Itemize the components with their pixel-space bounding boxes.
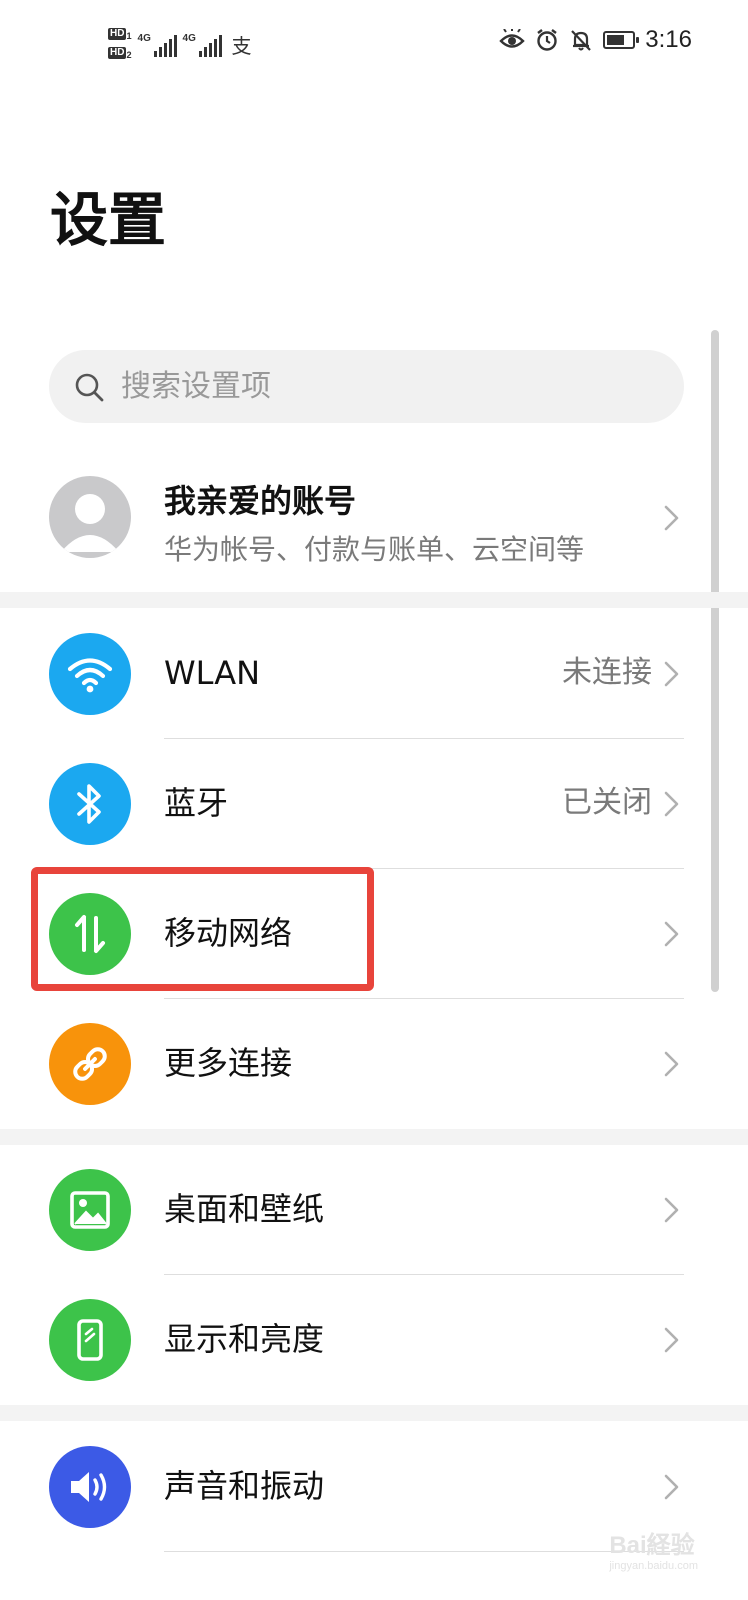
signal-icon: 4G [183, 31, 222, 57]
settings-item-label: 显示和亮度 [164, 1320, 325, 1358]
settings-item-display[interactable]: 显示和亮度 [0, 1275, 748, 1405]
chevron-right-icon [664, 505, 679, 531]
sim2-hd-badge: HD 2 [108, 46, 132, 60]
status-bar-right: 3:16 [499, 26, 692, 54]
settings-item-more-connections[interactable]: 更多连接 [0, 999, 748, 1129]
row-separator [164, 1551, 684, 1552]
status-bar-left: HD 1 HD 2 4G 4G 支 [108, 24, 252, 64]
bluetooth-icon [49, 763, 131, 845]
settings-item-value: 未连接 [562, 655, 652, 690]
page-title: 设置 [50, 186, 167, 254]
search-input[interactable] [121, 369, 621, 404]
settings-item-wlan[interactable]: WLAN 未连接 [0, 609, 748, 739]
wallpaper-icon [49, 1169, 131, 1251]
settings-item-label: 桌面和壁纸 [164, 1190, 325, 1228]
settings-item-label: 声音和振动 [164, 1467, 325, 1505]
chevron-right-icon [664, 1327, 679, 1353]
alarm-icon [537, 29, 558, 51]
signal-icon: 4G [138, 31, 177, 57]
chevron-right-icon [664, 791, 679, 817]
settings-item-wallpaper[interactable]: 桌面和壁纸 [0, 1145, 748, 1275]
sim-indicators: HD 1 HD 2 [108, 27, 132, 60]
wifi-icon [49, 633, 131, 715]
chevron-right-icon [664, 1197, 679, 1223]
chevron-right-icon [664, 921, 679, 947]
eye-comfort-icon [499, 29, 525, 48]
avatar-icon [49, 476, 131, 558]
account-name: 我亲爱的账号 [164, 482, 357, 520]
settings-item-label: WLAN [164, 654, 261, 692]
display-icon [49, 1299, 131, 1381]
section-divider [0, 1129, 748, 1145]
chevron-right-icon [664, 661, 679, 687]
search-icon [75, 373, 104, 401]
battery-icon [603, 31, 640, 49]
link-icon [49, 1023, 131, 1105]
search-bar[interactable] [49, 350, 684, 423]
status-time: 3:16 [645, 26, 692, 53]
section-divider [0, 592, 748, 608]
sim1-hd-badge: HD 1 [108, 28, 132, 42]
account-subtitle: 华为帐号、付款与账单、云空间等 [164, 533, 585, 566]
watermark-brand: Bai経验 [609, 1532, 695, 1559]
bell-off-icon [571, 30, 592, 51]
watermark: Bai経验 jingyan.baidu.com [609, 1525, 698, 1572]
chevron-right-icon [664, 1051, 679, 1077]
alipay-icon: 支 [231, 33, 252, 58]
status-bar: HD 1 HD 2 4G 4G 支 3:16 [0, 0, 748, 90]
highlight-box [31, 867, 374, 991]
account-entry[interactable]: 我亲爱的账号 华为帐号、付款与账单、云空间等 [0, 470, 748, 590]
settings-item-value: 已关闭 [562, 785, 652, 820]
section-divider [0, 1405, 748, 1421]
settings-item-bluetooth[interactable]: 蓝牙 已关闭 [0, 739, 748, 869]
volume-icon [49, 1446, 131, 1528]
settings-item-label: 蓝牙 [164, 784, 229, 822]
settings-item-label: 更多连接 [164, 1044, 293, 1082]
watermark-url: jingyan.baidu.com [609, 1560, 698, 1572]
chevron-right-icon [664, 1474, 679, 1500]
